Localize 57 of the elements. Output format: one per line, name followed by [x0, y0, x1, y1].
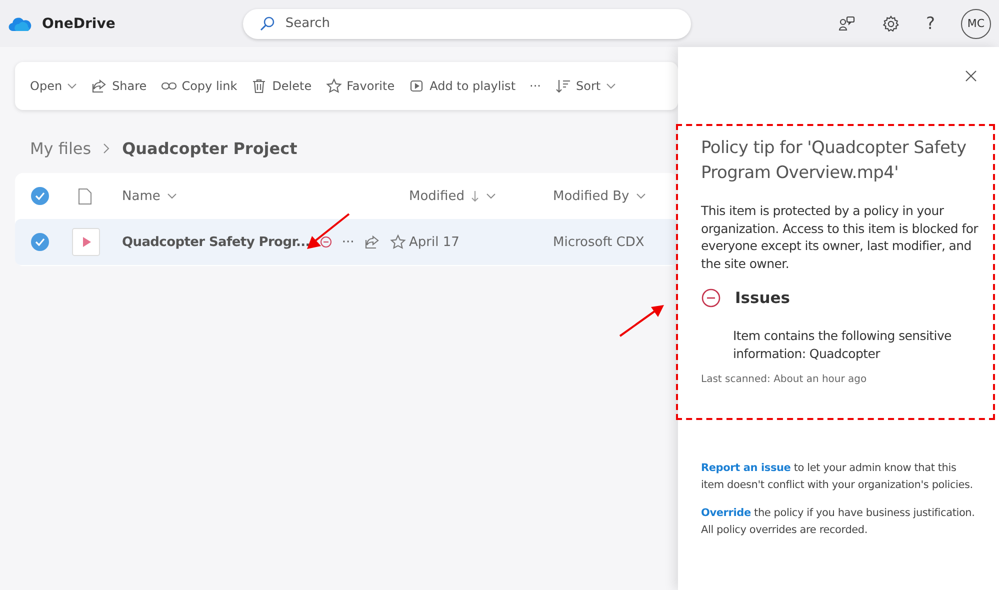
- share-icon[interactable]: [364, 234, 380, 250]
- row-checkbox[interactable]: [31, 233, 49, 251]
- chevron-down-icon: [636, 193, 646, 199]
- issue-text: Item contains the following sensitive information: Quadcopter: [733, 327, 952, 362]
- chevron-right-icon: [103, 142, 110, 154]
- checkmark-icon: [35, 192, 45, 200]
- table-cell-text: April 17: [409, 234, 460, 250]
- column-header[interactable]: Modified By: [553, 188, 678, 204]
- playlist-icon: [408, 78, 425, 94]
- chevron-down-icon: [67, 83, 78, 89]
- settings-icon[interactable]: [882, 14, 900, 32]
- file-name[interactable]: Quadcopter Safety Progr...: [122, 234, 310, 250]
- toolbar-button[interactable]: ···: [522, 79, 548, 93]
- app-name: OneDrive: [42, 16, 116, 32]
- action-text: Override the policy if you have business justification. All policy overrides are recorded.: [701, 506, 976, 538]
- close-icon[interactable]: [965, 70, 977, 82]
- column-header[interactable]: Modified: [409, 188, 553, 204]
- star-icon: [326, 78, 342, 94]
- breadcrumb-item[interactable]: My files: [30, 138, 92, 158]
- blocked-icon: [701, 288, 721, 308]
- feedback-icon[interactable]: [838, 14, 856, 32]
- more-button[interactable]: ···: [342, 234, 354, 250]
- search-field[interactable]: Search: [243, 8, 692, 38]
- action-text: Report an issue to let your admin know that this item doesn't conflict with your organization's policies.: [701, 461, 974, 492]
- avatar[interactable]: MC: [961, 8, 991, 38]
- video-file-icon: [72, 228, 100, 256]
- column-header[interactable]: Name: [122, 188, 409, 204]
- action-link[interactable]: Override: [701, 507, 751, 519]
- toolbar-button[interactable]: Sort: [548, 78, 623, 94]
- chevron-down-icon: [486, 193, 496, 199]
- share-icon: [91, 78, 108, 94]
- help-button[interactable]: ?: [926, 14, 935, 34]
- policy-description: This item is protected by a policy in your organization. Access to this item is blocked for everyone except its owner, last modifier, and the site owner.: [701, 202, 980, 272]
- file-icon: [78, 188, 92, 204]
- toolbar-button[interactable]: Add to playlist: [402, 78, 523, 94]
- table-cell-text: Microsoft CDX: [553, 234, 646, 250]
- checkmark-icon: [35, 238, 45, 246]
- toolbar-button[interactable]: Open: [23, 79, 84, 93]
- action-link[interactable]: Report an issue: [701, 462, 791, 474]
- cloud-icon: [8, 16, 32, 32]
- last-scanned-text: Last scanned: About an hour ago: [701, 374, 868, 385]
- panel-title: Policy tip for 'Quadcopter Safety Program Overview.mp4': [701, 137, 968, 185]
- trash-icon: [251, 78, 268, 94]
- chevron-down-icon: [167, 193, 178, 199]
- file-row[interactable]: Quadcopter Safety Progr... ··· April 17 Microsoft CDX: [15, 219, 678, 265]
- annotation-arrow: [619, 303, 665, 337]
- toolbar-button[interactable]: Copy link: [154, 78, 244, 94]
- breadcrumb-item[interactable]: Quadcopter Project: [122, 138, 298, 158]
- toolbar-button[interactable]: Favorite: [318, 78, 402, 94]
- sort-icon: [554, 78, 571, 94]
- star-icon[interactable]: [390, 234, 406, 250]
- search-icon: [259, 16, 276, 32]
- toolbar-button[interactable]: Share: [84, 78, 154, 94]
- issues-heading: Issues: [735, 289, 790, 307]
- toolbar-button[interactable]: Delete: [244, 78, 319, 94]
- select-all-checkbox[interactable]: [31, 187, 49, 205]
- chevron-down-icon: [606, 83, 616, 89]
